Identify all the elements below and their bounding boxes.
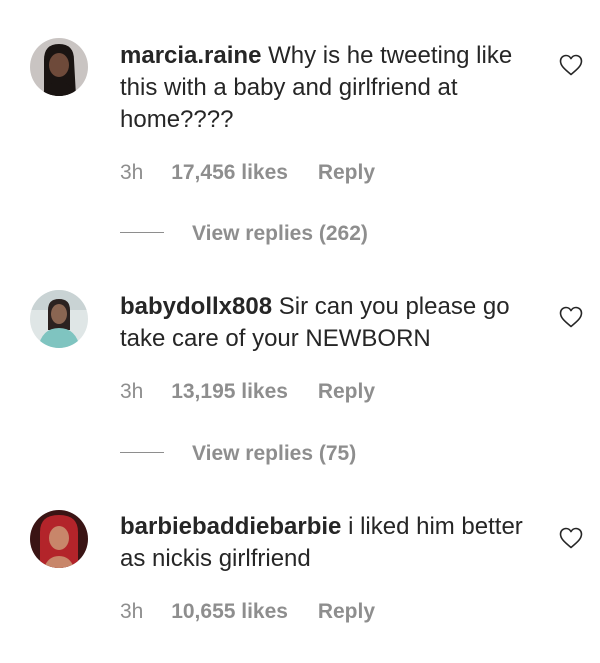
like-heart-icon[interactable] <box>559 527 583 549</box>
reply-button[interactable]: Reply <box>318 600 375 624</box>
comment-meta: 3h 10,655 likes Reply <box>120 600 375 624</box>
view-replies-button[interactable]: View replies (75) <box>120 442 356 466</box>
likes-count[interactable]: 10,655 likes <box>171 600 288 624</box>
comment-text: barbiebaddiebarbie i liked him better as… <box>120 511 530 575</box>
avatar-image <box>30 38 88 96</box>
like-heart-icon[interactable] <box>559 54 583 76</box>
username[interactable]: marcia.raine <box>120 42 261 69</box>
like-heart-icon[interactable] <box>559 306 583 328</box>
divider-line <box>120 231 164 233</box>
comment-meta: 3h 13,195 likes Reply <box>120 380 375 404</box>
avatar-image <box>30 290 88 348</box>
timestamp[interactable]: 3h <box>120 161 143 185</box>
likes-count[interactable]: 17,456 likes <box>171 161 288 185</box>
avatar[interactable] <box>30 38 88 96</box>
timestamp[interactable]: 3h <box>120 600 143 624</box>
comment-meta: 3h 17,456 likes Reply <box>120 161 375 185</box>
avatar[interactable] <box>30 290 88 348</box>
username[interactable]: babydollx808 <box>120 293 272 320</box>
avatar[interactable] <box>30 510 88 568</box>
view-replies-label: View replies (262) <box>192 222 368 245</box>
comment-text: babydollx808 Sir can you please go take … <box>120 291 530 355</box>
reply-button[interactable]: Reply <box>318 161 375 185</box>
avatar-image <box>30 510 88 568</box>
reply-button[interactable]: Reply <box>318 380 375 404</box>
divider-line <box>120 451 164 453</box>
view-replies-label: View replies (75) <box>192 442 357 465</box>
username[interactable]: barbiebaddiebarbie <box>120 513 341 540</box>
likes-count[interactable]: 13,195 likes <box>171 380 288 404</box>
comment-text: marcia.raine Why is he tweeting like thi… <box>120 40 530 136</box>
view-replies-button[interactable]: View replies (262) <box>120 222 368 246</box>
timestamp[interactable]: 3h <box>120 380 143 404</box>
